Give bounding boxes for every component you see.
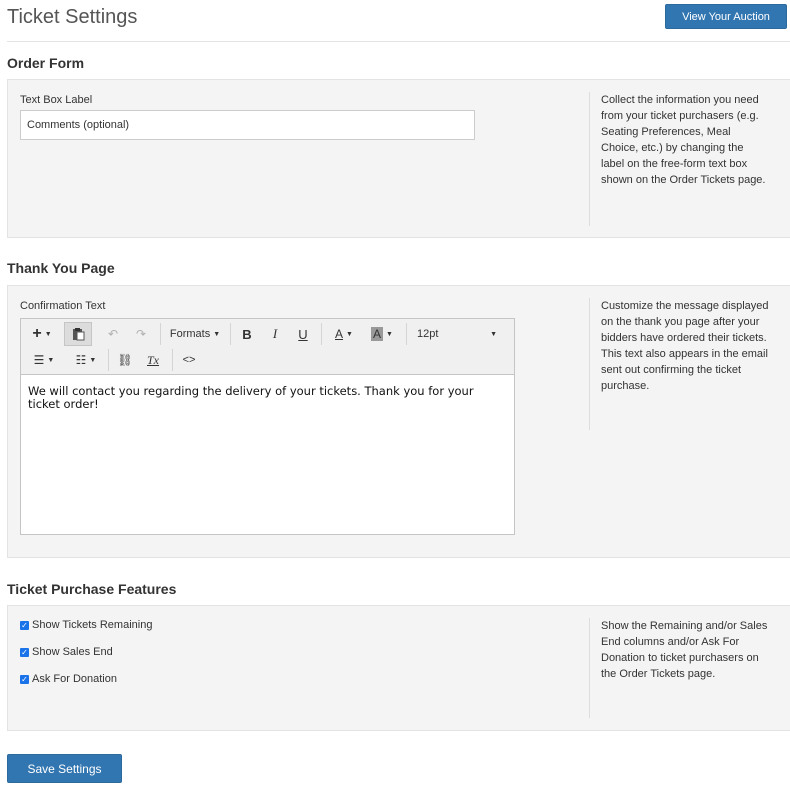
ask-for-donation-option[interactable]: ✓ Ask For Donation	[20, 673, 117, 685]
checkbox[interactable]: ✓	[20, 620, 29, 630]
chevron-down-icon: ▼	[490, 330, 497, 338]
redo-icon: ↷	[135, 327, 147, 341]
checkbox-label: Show Sales End	[32, 646, 113, 658]
order-form-help-text: Collect the information you need from yo…	[601, 94, 766, 186]
formats-label: Formats	[169, 328, 211, 340]
insert-button[interactable]: + ▼	[27, 322, 57, 346]
chevron-down-icon: ▼	[213, 330, 221, 338]
redo-button[interactable]: ↷	[129, 322, 153, 346]
panel-divider	[589, 618, 590, 718]
editor-content[interactable]: We will contact you regarding the delive…	[21, 376, 514, 534]
thank-you-panel: Confirmation Text + ▼ ↶ ↷ Formats ▼ B I …	[7, 285, 790, 558]
toolbar-separator	[160, 323, 161, 345]
clear-formatting-button[interactable]: Tx	[141, 348, 165, 372]
features-heading: Ticket Purchase Features	[7, 581, 177, 597]
chevron-down-icon: ▼	[44, 330, 52, 338]
toolbar-separator	[108, 349, 109, 371]
toolbar-separator	[321, 323, 322, 345]
save-settings-button[interactable]: Save Settings	[7, 754, 122, 783]
chevron-down-icon: ▼	[386, 330, 393, 338]
source-code-button[interactable]: <>	[177, 348, 201, 372]
confirmation-text-caption: Confirmation Text	[20, 300, 106, 312]
bold-button[interactable]: B	[235, 322, 259, 346]
toolbar-separator	[230, 323, 231, 345]
font-size-value: 12pt	[417, 328, 439, 340]
formats-dropdown[interactable]: Formats ▼	[165, 322, 225, 346]
background-color-icon: A	[371, 327, 384, 341]
italic-button[interactable]: I	[263, 322, 287, 346]
checkbox[interactable]: ✓	[20, 674, 29, 684]
features-panel: ✓ Show Tickets Remaining ✓ Show Sales En…	[7, 605, 790, 731]
text-color-icon: A	[335, 327, 344, 341]
chevron-down-icon: ▼	[346, 330, 353, 338]
rich-text-editor: + ▼ ↶ ↷ Formats ▼ B I U A ▼ A ▼ 12pt ▼ ☰…	[20, 318, 515, 535]
title-divider	[7, 41, 790, 42]
bullet-list-icon: ☰	[33, 353, 45, 367]
panel-divider	[589, 298, 590, 430]
paste-button[interactable]	[64, 322, 92, 346]
undo-button[interactable]: ↶	[101, 322, 125, 346]
chevron-down-icon: ▼	[89, 356, 97, 364]
unlink-icon: ⛓	[117, 353, 133, 367]
order-form-heading: Order Form	[7, 55, 85, 71]
thank-you-heading: Thank You Page	[7, 260, 115, 276]
show-sales-end-option[interactable]: ✓ Show Sales End	[20, 646, 113, 658]
underline-button[interactable]: U	[291, 322, 315, 346]
background-color-button[interactable]: A ▼	[365, 322, 399, 346]
features-help-text: Show the Remaining and/or Sales End colu…	[601, 620, 768, 680]
order-form-panel: Text Box Label Collect the information y…	[7, 79, 790, 238]
text-color-button[interactable]: A ▼	[327, 322, 361, 346]
chevron-down-icon: ▼	[47, 356, 55, 364]
text-box-label-caption: Text Box Label	[20, 94, 93, 106]
undo-icon: ↶	[107, 327, 119, 341]
checkbox[interactable]: ✓	[20, 647, 29, 657]
thank-you-help-text: Customize the message displayed on the t…	[601, 300, 769, 392]
editor-toolbar: + ▼ ↶ ↷ Formats ▼ B I U A ▼ A ▼ 12pt ▼ ☰…	[21, 319, 514, 375]
toolbar-separator	[406, 323, 407, 345]
toolbar-separator	[172, 349, 173, 371]
numbered-list-icon: ☷	[75, 353, 87, 367]
panel-divider	[589, 92, 590, 226]
plus-icon: +	[32, 325, 42, 342]
checkbox-label: Ask For Donation	[32, 673, 117, 685]
page-title: Ticket Settings	[7, 6, 138, 28]
view-auction-button[interactable]: View Your Auction	[665, 4, 787, 29]
unlink-button[interactable]: ⛓	[113, 348, 137, 372]
font-size-dropdown[interactable]: 12pt ▼	[411, 322, 503, 346]
bullet-list-button[interactable]: ☰ ▼	[27, 348, 61, 372]
show-tickets-remaining-option[interactable]: ✓ Show Tickets Remaining	[20, 619, 152, 631]
numbered-list-button[interactable]: ☷ ▼	[69, 348, 103, 372]
clipboard-icon	[72, 328, 84, 341]
text-box-label-input[interactable]	[20, 110, 475, 140]
checkbox-label: Show Tickets Remaining	[32, 619, 153, 631]
